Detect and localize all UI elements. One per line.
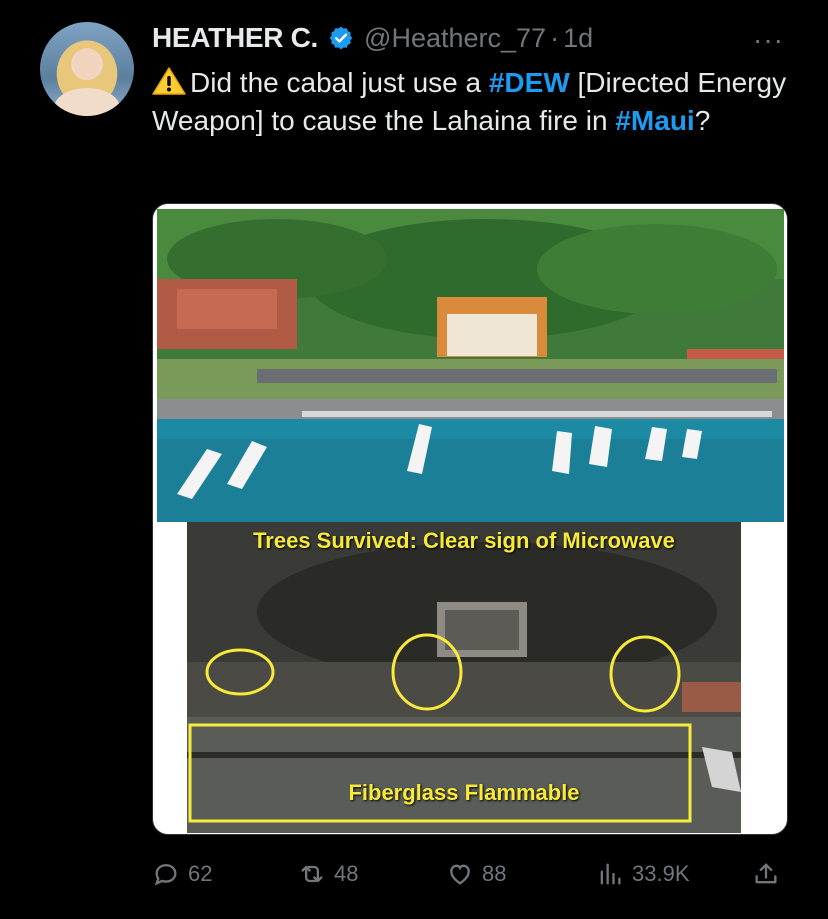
hashtag-dew[interactable]: #DEW <box>489 67 570 98</box>
avatar-shoulders <box>54 88 120 116</box>
views-button[interactable]: 33.9K <box>596 856 690 892</box>
like-count: 88 <box>482 861 507 886</box>
harbor-photo-before <box>157 209 784 522</box>
heart-icon <box>450 864 470 885</box>
reply-icon <box>154 864 177 886</box>
views-chart-icon <box>600 863 621 885</box>
retweet-button[interactable]: 48 <box>298 856 358 892</box>
share-icon <box>755 863 777 884</box>
tweet-actions: 62 48 88 33.9K <box>152 856 788 892</box>
like-button[interactable]: 88 <box>446 856 506 892</box>
reply-count: 62 <box>188 861 213 886</box>
author-handle[interactable]: @Heatherc_77 <box>364 23 546 54</box>
avatar[interactable] <box>40 22 134 116</box>
annotation-fiberglass: Fiberglass Flammable <box>348 780 580 805</box>
tweet-text-part1: Did the cabal just use a <box>190 67 489 98</box>
retweet-icon <box>301 865 323 883</box>
warning-icon <box>152 67 186 95</box>
separator-dot: · <box>550 22 560 53</box>
hashtag-maui[interactable]: #Maui <box>615 105 694 136</box>
tweet-text: Did the cabal just use a #DEW [Directed … <box>152 64 802 140</box>
tweet-text-part3: ? <box>694 105 711 136</box>
more-options-icon[interactable]: ··· <box>753 24 784 56</box>
verified-badge-icon <box>329 26 353 50</box>
tweet-media[interactable]: Trees Survived: Clear sign of Microwave … <box>152 203 788 835</box>
annotation-title: Trees Survived: Clear sign of Microwave <box>253 528 675 553</box>
tweet-time[interactable]: 1d <box>563 23 593 54</box>
author-name[interactable]: HEATHER C. <box>152 22 318 54</box>
avatar-face <box>74 48 100 80</box>
reply-button[interactable]: 62 <box>152 856 212 892</box>
views-count: 33.9K <box>632 861 690 886</box>
share-button[interactable] <box>752 856 788 892</box>
retweet-count: 48 <box>334 861 359 886</box>
tweet-header: HEATHER C. @Heatherc_77 · 1d <box>152 20 593 56</box>
harbor-photo-after: Trees Survived: Clear sign of Microwave … <box>187 522 741 833</box>
